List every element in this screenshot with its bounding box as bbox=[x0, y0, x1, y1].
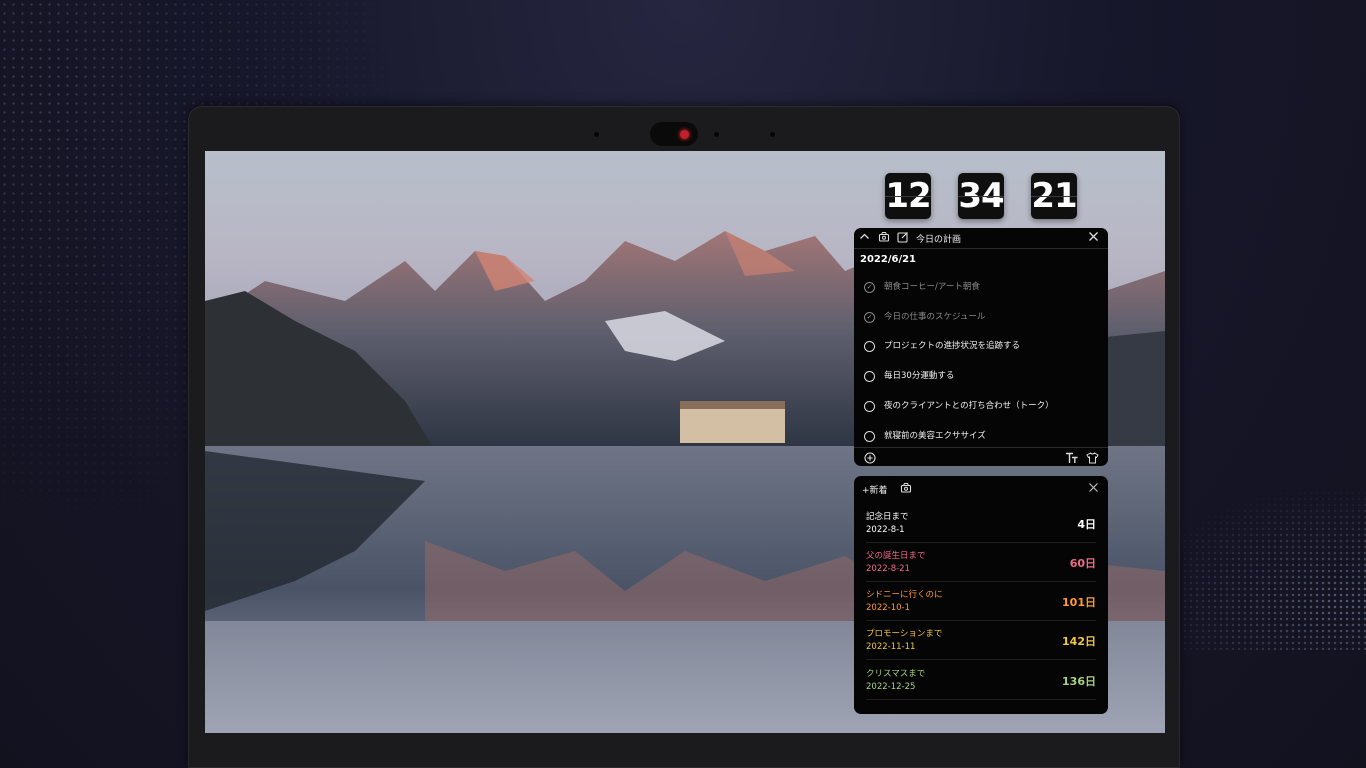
laptop-frame: 12 34 21 今日の計画 2022/6/21 ✓ 朝食コーヒー/アート朝食 … bbox=[188, 106, 1180, 768]
countdown-item[interactable]: プロモーションまで 2022-11-11 142日 bbox=[866, 621, 1096, 660]
lock-icon[interactable] bbox=[878, 231, 890, 245]
countdown-widget: +新着 記念日まで 2022-8-1 4日 父の誕生日まで 2022-8-21 … bbox=[854, 476, 1108, 714]
clock-minutes: 34 bbox=[958, 173, 1005, 219]
countdown-date: 2022-12-25 bbox=[866, 682, 916, 692]
countdown-days: 60日 bbox=[1069, 557, 1096, 570]
webcam-lens bbox=[680, 130, 689, 139]
flip-clock: 12 34 21 bbox=[885, 173, 1085, 223]
sensor-left bbox=[594, 132, 599, 137]
countdown-name: 記念日まで bbox=[866, 512, 909, 522]
countdown-days: 142日 bbox=[1062, 635, 1096, 648]
task-item[interactable]: ✓ 今日の仕事のスケジュール bbox=[864, 308, 1104, 328]
todo-widget: 今日の計画 2022/6/21 ✓ 朝食コーヒー/アート朝食 ✓ 今日の仕事のス… bbox=[854, 228, 1108, 466]
unchecked-circle-icon[interactable] bbox=[864, 401, 875, 412]
webcam bbox=[650, 122, 698, 146]
task-label: プロジェクトの進捗状況を追跡する bbox=[884, 341, 1021, 351]
task-label: 夜のクライアントとの打ち合わせ（トーク） bbox=[884, 401, 1054, 411]
shirt-icon[interactable] bbox=[1086, 452, 1099, 467]
countdown-header: +新着 bbox=[854, 476, 1108, 500]
countdown-date: 2022-8-1 bbox=[866, 525, 905, 535]
desktop-screen: 12 34 21 今日の計画 2022/6/21 ✓ 朝食コーヒー/アート朝食 … bbox=[205, 151, 1165, 733]
unchecked-circle-icon[interactable] bbox=[864, 431, 875, 442]
chevron-up-icon[interactable] bbox=[859, 231, 870, 245]
new-item-button[interactable]: +新着 bbox=[862, 483, 888, 496]
countdown-name: プロモーションまで bbox=[866, 629, 943, 639]
text-size-icon[interactable] bbox=[1065, 452, 1079, 467]
countdown-days: 101日 bbox=[1062, 596, 1096, 609]
countdown-item[interactable]: 記念日まで 2022-8-1 4日 bbox=[866, 504, 1096, 543]
lock-icon[interactable] bbox=[900, 482, 912, 496]
checked-icon[interactable]: ✓ bbox=[864, 282, 875, 293]
countdown-name: クリスマスまで bbox=[866, 669, 926, 679]
close-icon[interactable] bbox=[1088, 231, 1099, 245]
countdown-name: シドニーに行くのに bbox=[866, 590, 943, 600]
task-label: 今日の仕事のスケジュール bbox=[884, 312, 986, 322]
countdown-item[interactable]: 父の誕生日まで 2022-8-21 60日 bbox=[866, 543, 1096, 582]
countdown-days: 136日 bbox=[1062, 675, 1096, 688]
task-label: 就寝前の美容エクササイズ bbox=[884, 431, 986, 441]
unchecked-circle-icon[interactable] bbox=[864, 371, 875, 382]
edit-icon[interactable] bbox=[897, 231, 909, 246]
sensor-right bbox=[770, 132, 775, 137]
countdown-date: 2022-10-1 bbox=[866, 603, 910, 613]
task-item[interactable]: 夜のクライアントとの打ち合わせ（トーク） bbox=[864, 397, 1104, 417]
todo-date: 2022/6/21 bbox=[860, 254, 917, 265]
unchecked-circle-icon[interactable] bbox=[864, 341, 875, 352]
countdown-name: 父の誕生日まで bbox=[866, 551, 926, 561]
todo-footer bbox=[854, 447, 1108, 467]
todo-header: 今日の計画 bbox=[854, 228, 1108, 249]
task-item[interactable]: ✓ 朝食コーヒー/アート朝食 bbox=[864, 278, 1104, 298]
task-item[interactable]: 毎日30分運動する bbox=[864, 367, 1104, 387]
clock-hours: 12 bbox=[885, 173, 932, 219]
task-label: 朝食コーヒー/アート朝食 bbox=[884, 282, 980, 292]
clock-seconds: 21 bbox=[1031, 173, 1078, 219]
countdown-item[interactable]: クリスマスまで 2022-12-25 136日 bbox=[866, 661, 1096, 700]
countdown-date: 2022-8-21 bbox=[866, 564, 910, 574]
countdown-item[interactable]: シドニーに行くのに 2022-10-1 101日 bbox=[866, 582, 1096, 621]
close-icon[interactable] bbox=[1088, 482, 1099, 496]
task-item[interactable]: プロジェクトの進捗状況を追跡する bbox=[864, 337, 1104, 357]
task-label: 毎日30分運動する bbox=[884, 371, 955, 381]
task-item[interactable]: 就寝前の美容エクササイズ bbox=[864, 427, 1104, 447]
sensor-mid bbox=[714, 132, 719, 137]
checked-icon[interactable]: ✓ bbox=[864, 312, 875, 323]
todo-title: 今日の計画 bbox=[916, 235, 962, 245]
add-circle-icon[interactable] bbox=[864, 452, 876, 467]
countdown-days: 4日 bbox=[1077, 518, 1096, 531]
countdown-date: 2022-11-11 bbox=[866, 642, 916, 652]
